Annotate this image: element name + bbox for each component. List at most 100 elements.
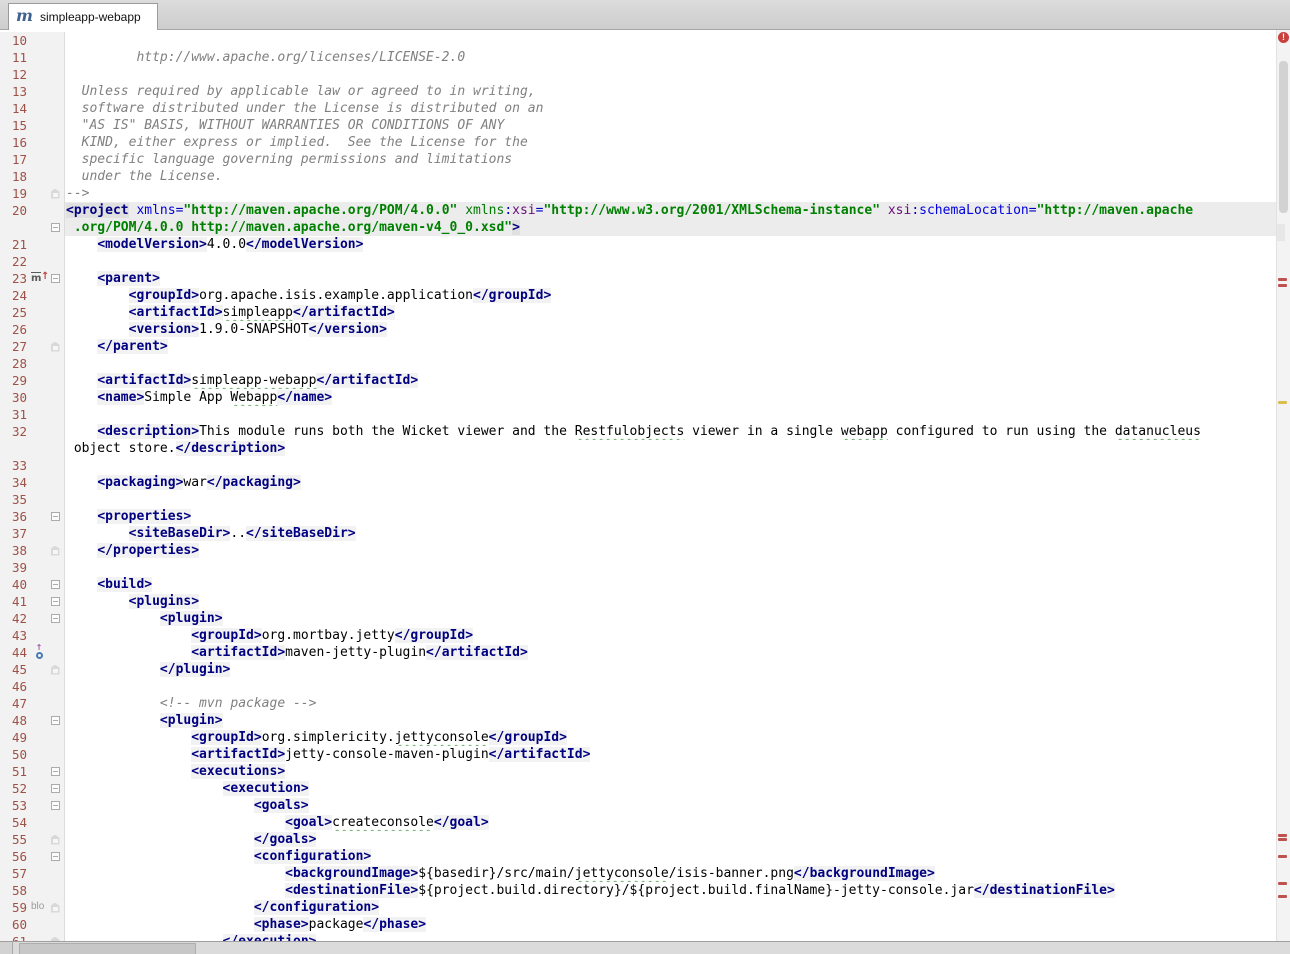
fold-start-marker[interactable] [50,223,60,232]
fold-start-marker[interactable] [50,801,60,810]
code-line[interactable]: 27 </parent> [0,338,1276,355]
fold-start-marker[interactable] [50,716,60,725]
code-line[interactable]: 16 KIND, either express or implied. See … [0,134,1276,151]
code-line[interactable]: 14 software distributed under the Licens… [0,100,1276,117]
code-line[interactable]: 55 </goals> [0,831,1276,848]
code-line[interactable]: 60 <phase>package</phase> [0,916,1276,933]
fold-start-marker[interactable] [50,784,60,793]
fold-start-marker[interactable] [50,614,60,623]
code-line[interactable]: 57 <backgroundImage>${basedir}/src/main/… [0,865,1276,882]
code-text[interactable]: Unless required by applicable law or agr… [65,83,1276,100]
code-line[interactable]: 12 [0,66,1276,83]
code-line[interactable]: 50 <artifactId>jetty-console-maven-plugi… [0,746,1276,763]
code-line[interactable]: 51 <executions> [0,763,1276,780]
code-line[interactable]: 28 [0,355,1276,372]
fold-start-marker[interactable] [50,512,60,521]
code-text[interactable]: <plugin> [65,610,1276,627]
fold-start-marker[interactable] [50,580,60,589]
code-line[interactable]: 40 <build> [0,576,1276,593]
error-stripe-mark[interactable] [1278,895,1287,898]
code-line[interactable]: 43 <groupId>org.mortbay.jetty</groupId> [0,627,1276,644]
code-line[interactable]: 56 <configuration> [0,848,1276,865]
code-line[interactable]: 58 <destinationFile>${project.build.dire… [0,882,1276,899]
code-text[interactable]: <modelVersion>4.0.0</modelVersion> [65,236,1276,253]
error-stripe-mark[interactable] [1278,284,1287,287]
code-line[interactable]: 36 <properties> [0,508,1276,525]
code-line[interactable]: 29 <artifactId>simpleapp-webapp</artifac… [0,372,1276,389]
code-line[interactable]: 32 <description>This module runs both th… [0,423,1276,440]
error-stripe-mark[interactable] [1278,882,1287,885]
editor-pane[interactable]: 10 11 http://www.apache.org/licenses/LICE… [0,30,1276,954]
error-stripe-mark[interactable] [1278,855,1287,858]
code-line[interactable]: 17 specific language governing permissio… [0,151,1276,168]
code-line[interactable]: 19 --> [0,185,1276,202]
fold-end-marker[interactable] [50,341,60,352]
maven-parent-gutter-icon[interactable]: m ↑ [31,271,49,285]
code-text[interactable]: <artifactId>simpleapp</artifactId> [65,304,1276,321]
code-text[interactable] [65,457,1276,474]
code-text[interactable]: </goals> [65,831,1276,848]
error-stripe-mark[interactable] [1278,838,1287,841]
code-text[interactable]: .org/POM/4.0.0 http://maven.apache.org/m… [65,219,1276,236]
code-text[interactable]: <build> [65,576,1276,593]
code-text[interactable]: <phase>package</phase> [65,916,1276,933]
code-text[interactable]: <artifactId>maven-jetty-plugin</artifact… [65,644,1276,661]
code-line[interactable]: 39 [0,559,1276,576]
code-text[interactable]: <execution> [65,780,1276,797]
code-line[interactable]: 21 <modelVersion>4.0.0</modelVersion> [0,236,1276,253]
code-text[interactable]: <artifactId>simpleapp-webapp</artifactId… [65,372,1276,389]
code-line[interactable]: 26 <version>1.9.0-SNAPSHOT</version> [0,321,1276,338]
code-text[interactable]: <name>Simple App Webapp</name> [65,389,1276,406]
code-line[interactable]: 45 </plugin> [0,661,1276,678]
code-line[interactable]: 38 </properties> [0,542,1276,559]
code-line[interactable]: 54 <goal>createconsole</goal> [0,814,1276,831]
fold-start-marker[interactable] [50,597,60,606]
code-text[interactable]: <!-- mvn package --> [65,695,1276,712]
code-text[interactable]: "AS IS" BASIS, WITHOUT WARRANTIES OR CON… [65,117,1276,134]
code-text[interactable]: <groupId>org.apache.isis.example.applica… [65,287,1276,304]
code-line[interactable]: 11 http://www.apache.org/licenses/LICENS… [0,49,1276,66]
code-text[interactable]: </configuration> [65,899,1276,916]
code-text[interactable]: <executions> [65,763,1276,780]
error-stripe-mark[interactable] [1278,834,1287,837]
code-area[interactable]: 10 11 http://www.apache.org/licenses/LICE… [0,32,1276,950]
code-text[interactable]: http://www.apache.org/licenses/LICENSE-2… [65,49,1276,66]
code-text[interactable]: under the License. [65,168,1276,185]
code-line[interactable]: 44 ↑ <artifactId>maven-jetty-plugin</arti… [0,644,1276,661]
code-text[interactable]: <plugins> [65,593,1276,610]
code-line[interactable]: 33 [0,457,1276,474]
code-line[interactable]: 15 "AS IS" BASIS, WITHOUT WARRANTIES OR … [0,117,1276,134]
code-text[interactable]: <packaging>war</packaging> [65,474,1276,491]
code-text[interactable] [65,491,1276,508]
warning-stripe-mark[interactable] [1278,401,1287,404]
code-text[interactable] [65,32,1276,49]
code-line[interactable]: 37 <siteBaseDir>..</siteBaseDir> [0,525,1276,542]
fold-start-marker[interactable] [50,274,60,283]
code-text[interactable]: <groupId>org.mortbay.jetty</groupId> [65,627,1276,644]
fold-end-marker[interactable] [50,545,60,556]
code-line[interactable]: 41 <plugins> [0,593,1276,610]
fold-start-marker[interactable] [50,852,60,861]
code-text[interactable]: <parent> [65,270,1276,287]
code-line[interactable]: 23 m ↑ <parent> [0,270,1276,287]
code-line[interactable]: 46 [0,678,1276,695]
fold-start-marker[interactable] [50,767,60,776]
code-text[interactable]: <backgroundImage>${basedir}/src/main/jet… [65,865,1276,882]
version-update-gutter-icon[interactable]: ↑ [33,644,45,661]
code-text[interactable]: <version>1.9.0-SNAPSHOT</version> [65,321,1276,338]
code-text[interactable]: <goal>createconsole</goal> [65,814,1276,831]
code-text[interactable]: specific language governing permissions … [65,151,1276,168]
code-line[interactable]: 30 <name>Simple App Webapp</name> [0,389,1276,406]
code-line[interactable]: object store.</description> [0,440,1276,457]
fold-end-marker[interactable] [50,834,60,845]
fold-end-marker[interactable] [50,188,60,199]
code-line[interactable]: 48 <plugin> [0,712,1276,729]
tab-simpleapp-webapp[interactable]: m simpleapp-webapp [8,3,158,30]
code-text[interactable]: <artifactId>jetty-console-maven-plugin</… [65,746,1276,763]
code-text[interactable]: <destinationFile>${project.build.directo… [65,882,1276,899]
code-text[interactable]: <properties> [65,508,1276,525]
code-text[interactable]: KIND, either express or implied. See the… [65,134,1276,151]
fold-end-marker[interactable] [50,902,60,913]
fold-end-marker[interactable] [50,664,60,675]
code-text[interactable]: <goals> [65,797,1276,814]
